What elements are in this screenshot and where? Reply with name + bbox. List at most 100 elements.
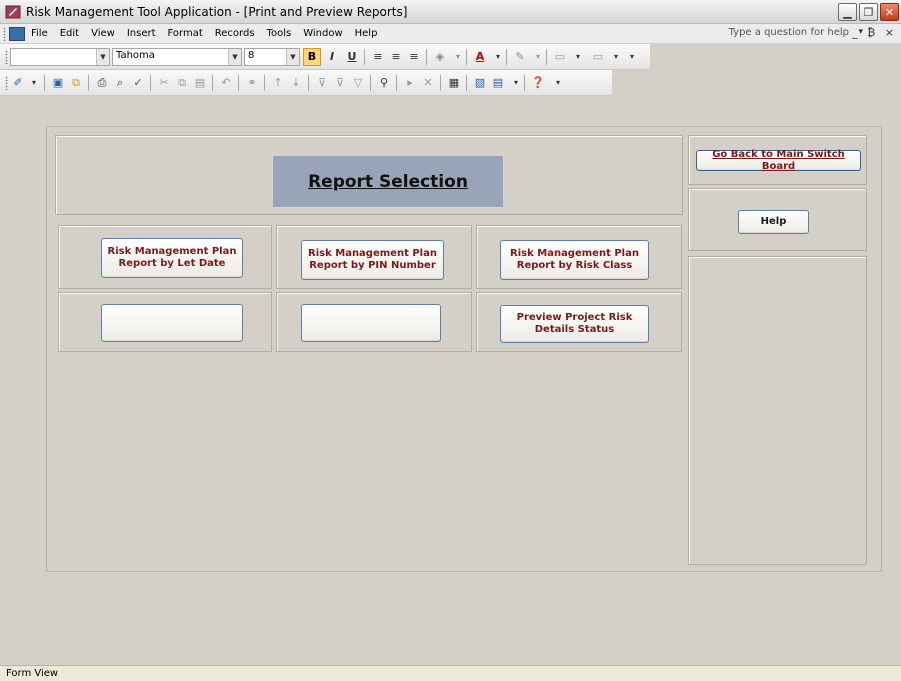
toolbar-separator: [150, 75, 151, 91]
page-title: Report Selection: [308, 171, 468, 192]
toolbar-options-icon[interactable]: ▾: [550, 75, 566, 91]
grip-icon: [5, 50, 8, 64]
menu-edit[interactable]: Edit: [60, 28, 79, 39]
paste-icon[interactable]: ▤: [192, 75, 208, 91]
form-icon[interactable]: [9, 26, 25, 41]
chevron-down-icon[interactable]: ▼: [286, 49, 299, 65]
go-back-main-switchboard-button[interactable]: Go Back to Main Switch Board: [696, 149, 861, 172]
fill-color-icon[interactable]: ◈: [432, 49, 448, 65]
toolbar-separator: [506, 49, 507, 65]
undo-icon[interactable]: ↶: [218, 75, 234, 91]
report-by-let-date-button[interactable]: Risk Management Plan Report by Let Date: [101, 238, 243, 278]
italic-button[interactable]: I: [324, 49, 340, 65]
new-record-icon[interactable]: ▸: [402, 75, 418, 91]
print-icon[interactable]: ⎙: [94, 75, 110, 91]
close-button[interactable]: ✕: [880, 3, 899, 21]
toolbar-separator: [396, 75, 397, 91]
status-text: Form View: [6, 668, 59, 679]
menu-help[interactable]: Help: [355, 28, 378, 39]
help-button[interactable]: Help: [738, 210, 809, 234]
toolbar-separator: [426, 49, 427, 65]
line-color-icon[interactable]: ✎: [512, 49, 528, 65]
formatting-toolbar: ▼ Tahoma ▼ 8 ▼ B I U ≡ ≡ ≡ ◈ ▾ A ▾ ✎ ▾ ▭…: [0, 44, 650, 70]
spelling-icon[interactable]: ✓: [130, 75, 146, 91]
menu-view[interactable]: View: [91, 28, 115, 39]
menu-format[interactable]: Format: [168, 28, 203, 39]
copy-icon[interactable]: ⧉: [174, 75, 190, 91]
chevron-down-icon[interactable]: ▾: [26, 75, 42, 91]
toolbar-separator: [440, 75, 441, 91]
toolbar-separator: [524, 75, 525, 91]
hyperlink-icon[interactable]: ⚭: [244, 75, 260, 91]
line-width-icon[interactable]: ▭: [552, 49, 568, 65]
title-bar: Risk Management Tool Application - [Prin…: [0, 0, 901, 24]
preview-project-risk-button[interactable]: Preview Project Risk Details Status: [500, 305, 649, 343]
help-icon[interactable]: ❓: [530, 75, 546, 91]
menu-records[interactable]: Records: [215, 28, 255, 39]
toolbar-separator: [212, 75, 213, 91]
object-combo[interactable]: ▼: [10, 48, 110, 66]
bold-button[interactable]: B: [303, 48, 321, 66]
window-title: Risk Management Tool Application - [Prin…: [26, 4, 408, 19]
access-app-icon: [5, 5, 21, 18]
toolbar-separator: [466, 75, 467, 91]
delete-record-icon[interactable]: ✕: [420, 75, 436, 91]
filter-selection-icon[interactable]: ⊽: [314, 75, 330, 91]
align-center-icon[interactable]: ≡: [388, 49, 404, 65]
document-window-controls[interactable]: _ ₿ ×: [852, 26, 897, 39]
save-icon[interactable]: ▣: [50, 75, 66, 91]
underline-button[interactable]: U: [344, 49, 360, 65]
maximize-button[interactable]: ❐: [859, 3, 878, 21]
apply-filter-icon[interactable]: ▽: [350, 75, 366, 91]
report-selection-heading: Report Selection: [272, 155, 504, 208]
font-size-value: 8: [248, 50, 255, 61]
chevron-down-icon[interactable]: ▾: [508, 75, 524, 91]
special-effect-icon[interactable]: ▭: [590, 49, 606, 65]
toolbar-separator: [364, 49, 365, 65]
align-right-icon[interactable]: ≡: [406, 49, 422, 65]
report-by-pin-number-button[interactable]: Risk Management Plan Report by PIN Numbe…: [301, 240, 444, 280]
design-view-icon[interactable]: ✐: [10, 75, 26, 91]
cut-icon[interactable]: ✂: [156, 75, 172, 91]
toolbar-options-icon[interactable]: ▾: [624, 49, 640, 65]
print-preview-icon[interactable]: ⌕: [112, 75, 128, 91]
menu-file[interactable]: File: [31, 28, 48, 39]
toolbar-separator: [264, 75, 265, 91]
font-size-combo[interactable]: 8 ▼: [244, 48, 300, 66]
grip-icon: [3, 26, 6, 41]
right-blank-panel: [688, 256, 867, 565]
filter-form-icon[interactable]: ⊽: [332, 75, 348, 91]
font-name-combo[interactable]: Tahoma ▼: [112, 48, 242, 66]
chevron-down-icon[interactable]: ▼: [96, 49, 109, 65]
chevron-down-icon[interactable]: ▾: [530, 49, 546, 65]
font-name-value: Tahoma: [116, 50, 155, 61]
toolbar-separator: [466, 49, 467, 65]
menu-bar: File Edit View Insert Format Records Too…: [0, 24, 901, 44]
new-object-icon[interactable]: ▤: [490, 75, 506, 91]
file-search-icon[interactable]: ⧉: [68, 75, 84, 91]
blank-button-2[interactable]: [301, 304, 441, 342]
font-color-icon[interactable]: A: [472, 49, 488, 65]
toolbar-separator: [238, 75, 239, 91]
report-by-risk-class-button[interactable]: Risk Management Plan Report by Risk Clas…: [500, 240, 649, 280]
menu-window[interactable]: Window: [303, 28, 342, 39]
minimize-button[interactable]: ▁: [838, 3, 857, 21]
find-icon[interactable]: ⚲: [376, 75, 392, 91]
chevron-down-icon[interactable]: ▾: [490, 49, 506, 65]
chevron-down-icon[interactable]: ▾: [450, 49, 466, 65]
form-view-toolbar: ✐ ▾ ▣ ⧉ ⎙ ⌕ ✓ ✂ ⧉ ▤ ↶ ⚭ ↑ ↓ ⊽ ⊽ ▽ ⚲ ▸ ✕ …: [0, 70, 612, 96]
toolbar-separator: [88, 75, 89, 91]
database-window-icon[interactable]: ▧: [472, 75, 488, 91]
toolbar-separator: [370, 75, 371, 91]
align-left-icon[interactable]: ≡: [370, 49, 386, 65]
chevron-down-icon[interactable]: ▼: [228, 49, 241, 65]
chevron-down-icon[interactable]: ▾: [570, 49, 586, 65]
properties-icon[interactable]: ▦: [446, 75, 462, 91]
menu-tools[interactable]: Tools: [267, 28, 292, 39]
sort-descending-icon[interactable]: ↓: [288, 75, 304, 91]
chevron-down-icon[interactable]: ▾: [608, 49, 624, 65]
menu-insert[interactable]: Insert: [127, 28, 156, 39]
help-question-input[interactable]: Type a question for help: [729, 27, 849, 38]
sort-ascending-icon[interactable]: ↑: [270, 75, 286, 91]
blank-button-1[interactable]: [101, 304, 243, 342]
